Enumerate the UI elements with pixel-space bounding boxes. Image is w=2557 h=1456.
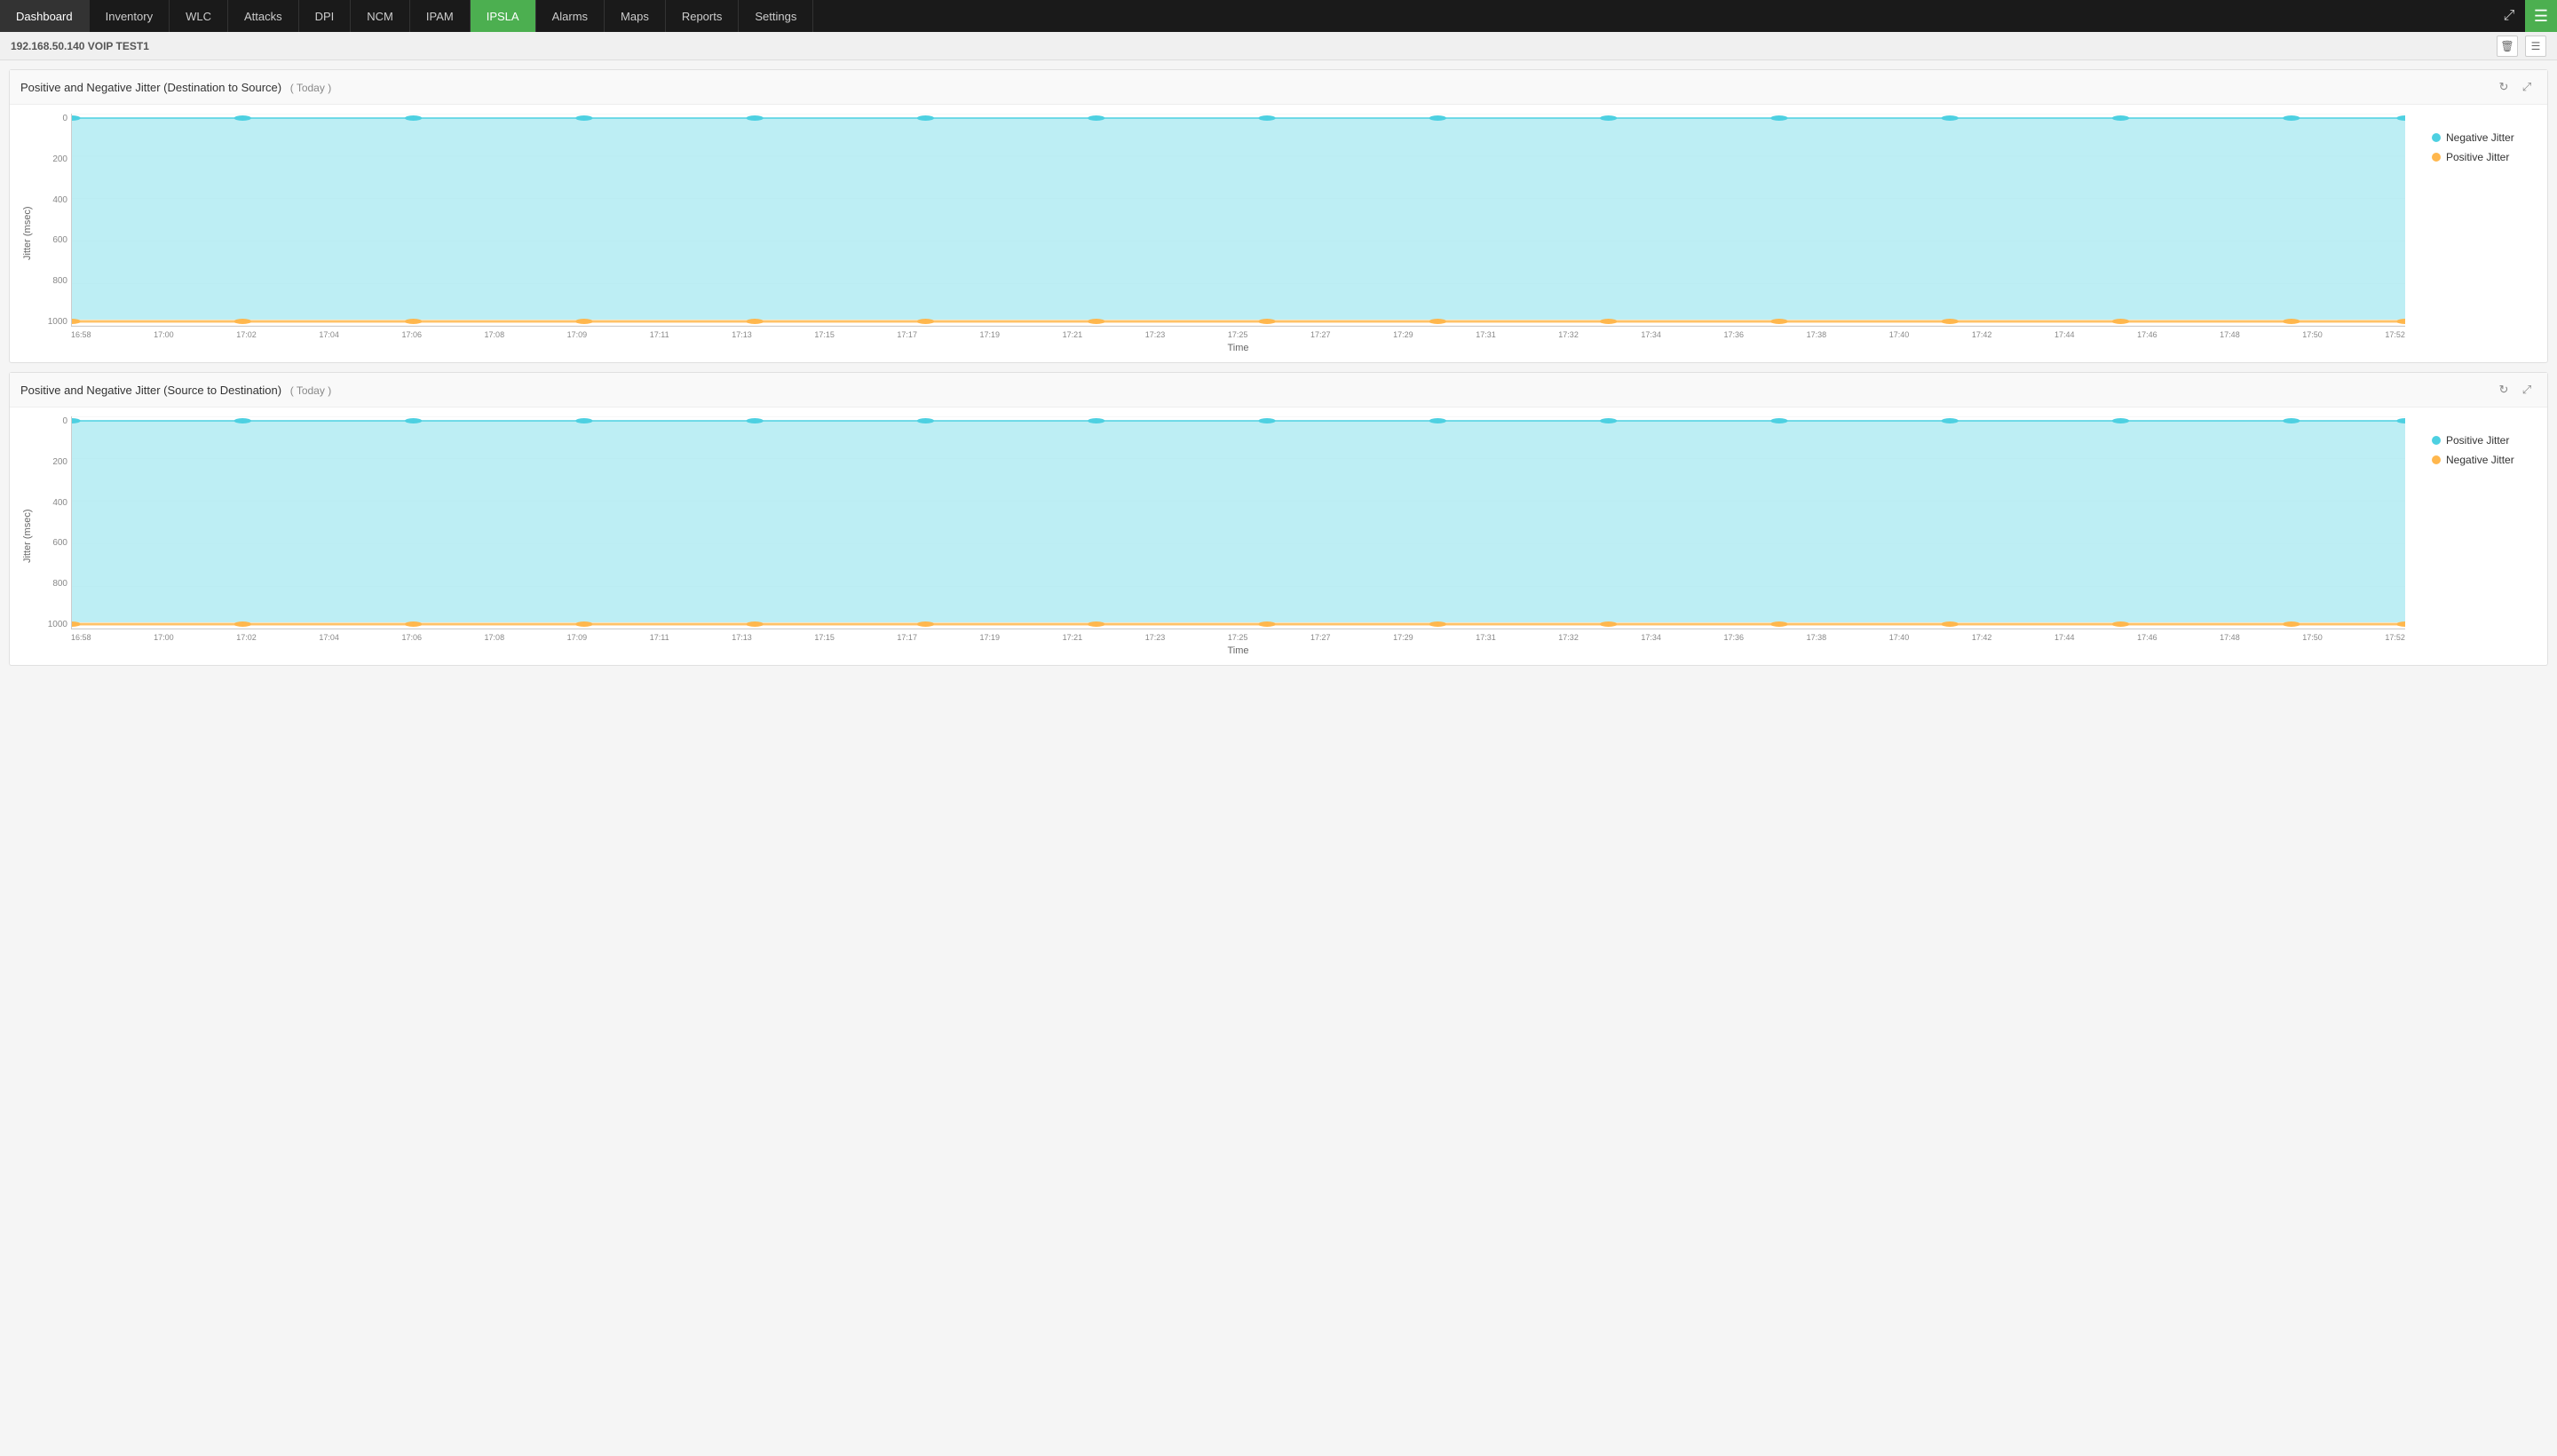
chart-grid-1 bbox=[71, 114, 2405, 327]
nav-item-attacks[interactable]: Attacks bbox=[228, 0, 299, 32]
chart-refresh-button-1[interactable]: ↻ bbox=[2494, 77, 2513, 97]
chart-title-2: Positive and Negative Jitter (Source to … bbox=[20, 384, 331, 397]
main-content: Positive and Negative Jitter (Destinatio… bbox=[0, 60, 2557, 675]
expand-icon[interactable]: ⤢ bbox=[2493, 0, 2525, 32]
chart-area-2: 16:58 17:00 17:02 17:04 17:06 17:08 17:0… bbox=[71, 416, 2405, 656]
chart-panel-header-1: Positive and Negative Jitter (Destinatio… bbox=[10, 70, 2547, 105]
x-axis-2: 16:58 17:00 17:02 17:04 17:06 17:08 17:0… bbox=[71, 629, 2405, 642]
nav-item-wlc[interactable]: WLC bbox=[170, 0, 228, 32]
chart-legend-2: Positive Jitter Negative Jitter bbox=[2405, 416, 2538, 466]
legend-item-positive-2: Positive Jitter bbox=[2432, 434, 2521, 447]
legend-label-positive-1: Positive Jitter bbox=[2446, 151, 2509, 163]
nav-item-ipsla[interactable]: IPSLA bbox=[471, 0, 536, 32]
chart-body-2: Jitter (msec) 1000 800 600 400 200 0 bbox=[10, 408, 2547, 665]
menu-icon[interactable]: ☰ bbox=[2525, 0, 2557, 32]
nav-item-maps[interactable]: Maps bbox=[605, 0, 666, 32]
nav-item-ncm[interactable]: NCM bbox=[351, 0, 410, 32]
legend-dot-negative-1 bbox=[2432, 133, 2441, 142]
legend-dot-positive-1 bbox=[2432, 153, 2441, 162]
nav-item-inventory[interactable]: Inventory bbox=[90, 0, 170, 32]
legend-item-positive-1: Positive Jitter bbox=[2432, 151, 2521, 163]
y-tick-labels-2: 1000 800 600 400 200 0 bbox=[40, 416, 71, 629]
settings-button[interactable]: ☰ bbox=[2525, 36, 2546, 57]
chart-panel-src-to-dest: Positive and Negative Jitter (Source to … bbox=[9, 372, 2548, 666]
chart-legend-1: Negative Jitter Positive Jitter bbox=[2405, 114, 2538, 163]
legend-item-negative-2: Negative Jitter bbox=[2432, 454, 2521, 466]
sub-header-actions: 🗑 ☰ bbox=[2497, 36, 2546, 57]
y-axis-label-2: Jitter (msec) bbox=[19, 416, 36, 656]
chart-svg-1 bbox=[72, 114, 2405, 326]
nav-item-settings[interactable]: Settings bbox=[739, 0, 813, 32]
device-title: 192.168.50.140 VOIP TEST1 bbox=[11, 40, 149, 52]
chart-panel-dest-to-src: Positive and Negative Jitter (Destinatio… bbox=[9, 69, 2548, 363]
chart-grid-2 bbox=[71, 416, 2405, 629]
legend-dot-positive-2 bbox=[2432, 436, 2441, 445]
y-axis-label-1: Jitter (msec) bbox=[19, 114, 36, 353]
legend-dot-negative-2 bbox=[2432, 455, 2441, 464]
chart-container-2: Jitter (msec) 1000 800 600 400 200 0 bbox=[19, 416, 2405, 656]
chart-body-1: Jitter (msec) 1000 800 600 400 200 0 bbox=[10, 105, 2547, 362]
nav-item-ipam[interactable]: IPAM bbox=[410, 0, 471, 32]
sub-header: 192.168.50.140 VOIP TEST1 🗑 ☰ bbox=[0, 32, 2557, 60]
chart-refresh-button-2[interactable]: ↻ bbox=[2494, 380, 2513, 400]
delete-button[interactable]: 🗑 bbox=[2497, 36, 2518, 57]
nav-bar: Dashboard Inventory WLC Attacks DPI NCM … bbox=[0, 0, 2557, 32]
legend-label-positive-2: Positive Jitter bbox=[2446, 434, 2509, 447]
nav-item-dashboard[interactable]: Dashboard bbox=[0, 0, 90, 32]
chart-actions-1: ↻ ⤢ bbox=[2494, 77, 2537, 97]
chart-actions-2: ↻ ⤢ bbox=[2494, 380, 2537, 400]
y-tick-labels-1: 1000 800 600 400 200 0 bbox=[40, 114, 71, 327]
x-axis-1: 16:58 17:00 17:02 17:04 17:06 17:08 17:0… bbox=[71, 327, 2405, 339]
x-axis-title-2: Time bbox=[71, 645, 2405, 656]
legend-label-negative-1: Negative Jitter bbox=[2446, 131, 2514, 144]
chart-resize-button-2[interactable]: ⤢ bbox=[2517, 380, 2537, 400]
nav-item-dpi[interactable]: DPI bbox=[299, 0, 352, 32]
chart-panel-header-2: Positive and Negative Jitter (Source to … bbox=[10, 373, 2547, 408]
chart-svg-2 bbox=[72, 416, 2405, 629]
legend-label-negative-2: Negative Jitter bbox=[2446, 454, 2514, 466]
chart-container-1: Jitter (msec) 1000 800 600 400 200 0 bbox=[19, 114, 2405, 353]
chart-resize-button-1[interactable]: ⤢ bbox=[2517, 77, 2537, 97]
x-axis-title-1: Time bbox=[71, 343, 2405, 353]
nav-item-reports[interactable]: Reports bbox=[666, 0, 740, 32]
legend-item-negative-1: Negative Jitter bbox=[2432, 131, 2521, 144]
nav-item-alarms[interactable]: Alarms bbox=[536, 0, 605, 32]
chart-area-1: 16:58 17:00 17:02 17:04 17:06 17:08 17:0… bbox=[71, 114, 2405, 353]
chart-title-1: Positive and Negative Jitter (Destinatio… bbox=[20, 81, 331, 94]
